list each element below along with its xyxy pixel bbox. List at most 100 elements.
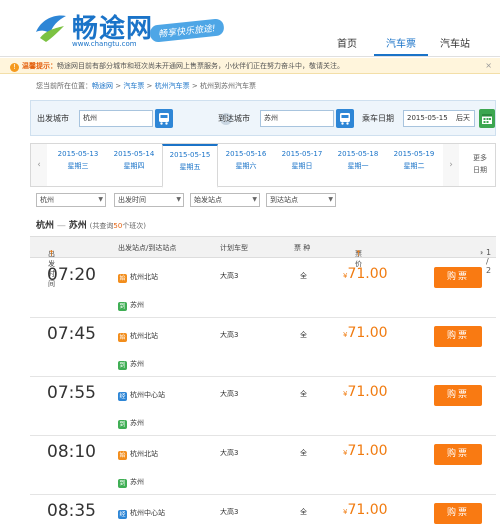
destination-tag: 到 (118, 420, 127, 429)
notice-label: 温馨提示： (22, 62, 57, 70)
next-page-icon[interactable]: › (480, 248, 483, 257)
prev-dates-arrow[interactable]: ‹ (31, 144, 47, 186)
sort-up-icon: ↑ (355, 249, 362, 258)
to-city-label: 到达城市 (218, 114, 250, 123)
destination-station: 到苏州 (118, 478, 144, 488)
date-tab[interactable]: 2015-05-17 星期日 (274, 148, 330, 172)
bus-type: 大高3 (220, 508, 239, 516)
header-ticket-type: 票 种 (294, 244, 311, 252)
buy-ticket-button[interactable]: 购票 (434, 326, 482, 347)
ticket-type: 全 (300, 449, 307, 457)
date-tab[interactable]: 2015-05-19 星期二 (386, 148, 442, 172)
notice-text: 畅途网目前有部分城市和班次尚未开通网上售票服务，小伙伴们正在努力奋斗中，敬请关注… (57, 62, 344, 70)
nav-home[interactable]: 首页 (320, 36, 374, 56)
origin-station: 始杭州北站 (118, 332, 158, 342)
logo-bird-icon (36, 15, 66, 42)
table-row: 07:55 经杭州中心站 到苏州 大高3 全 ¥71.00 购票 (30, 377, 496, 436)
nav-bus-tickets[interactable]: 汽车票 (374, 36, 428, 56)
buy-ticket-button[interactable]: 购票 (434, 503, 482, 524)
calendar-icon[interactable] (479, 109, 495, 128)
origin-tag: 始 (118, 333, 127, 342)
origin-tag: 始 (118, 451, 127, 460)
route-count: (共查询50个班次) (89, 222, 147, 230)
search-panel: 出发城市 杭州 ⇄ 到达城市 苏州 乘车日期 2015-05-15 后天 (30, 100, 496, 136)
sort-up-icon: ↑ (48, 249, 55, 258)
ticket-price: ¥71.00 (343, 384, 388, 400)
departure-time: 08:35 (47, 501, 96, 521)
bus-type: 大高3 (220, 449, 239, 457)
ticket-price: ¥71.00 (343, 443, 388, 459)
destination-station-select[interactable]: 到达站点 ▼ (266, 193, 336, 207)
date-input[interactable]: 2015-05-15 后天 (403, 110, 475, 127)
breadcrumb-bus-tickets[interactable]: 汽车票 (123, 82, 144, 90)
route-heading: 杭州 — 苏州 (共查询50个班次) (36, 218, 146, 231)
header-stations: 出发站点/到达站点 (118, 244, 177, 252)
origin-station-select[interactable]: 始发站点 ▼ (190, 193, 260, 207)
date-strip: ‹ 2015-05-13 星期三 2015-05-14 星期四 2015-05-15… (30, 143, 496, 188)
departure-time: 07:55 (47, 383, 96, 403)
table-row: 07:45 始杭州北站 到苏州 大高3 全 ¥71.00 购票 (30, 318, 496, 377)
notice-bar: ! 温馨提示：畅途网目前有部分城市和班次尚未开通网上售票服务，小伙伴们正在努力奋斗… (0, 58, 500, 74)
buy-ticket-button[interactable]: 购票 (434, 385, 482, 406)
to-city-input[interactable]: 苏州 (260, 110, 334, 127)
date-tab-selected[interactable]: 2015-05-15 星期五 (162, 144, 218, 188)
destination-tag: 到 (118, 361, 127, 370)
ticket-type: 全 (300, 272, 307, 280)
via-tag: 经 (118, 392, 127, 401)
bus-type: 大高3 (220, 331, 239, 339)
more-dates-link[interactable]: 更多 日期 (469, 152, 491, 176)
chevron-down-icon: ▼ (328, 196, 333, 203)
bus-picker-icon[interactable] (155, 109, 173, 128)
ticket-price: ¥71.00 (343, 502, 388, 518)
ticket-type: 全 (300, 508, 307, 516)
breadcrumb-hangzhou[interactable]: 杭州汽车票 (155, 82, 190, 90)
from-city-input[interactable]: 杭州 (79, 110, 153, 127)
date-tab[interactable]: 2015-05-13 星期三 (50, 148, 106, 172)
city-filter-select[interactable]: 杭州 ▼ (36, 193, 106, 207)
date-value: 2015-05-15 (407, 114, 448, 122)
close-icon[interactable]: × (485, 58, 492, 74)
next-dates-arrow[interactable]: › (443, 144, 459, 186)
breadcrumb-home[interactable]: 畅途网 (92, 82, 113, 90)
departure-time: 08:10 (47, 442, 96, 462)
date-tab[interactable]: 2015-05-14 星期四 (106, 148, 162, 172)
chevron-down-icon: ▼ (252, 196, 257, 203)
buy-ticket-button[interactable]: 购票 (434, 267, 482, 288)
ticket-price: ¥71.00 (343, 266, 388, 282)
date-label: 乘车日期 (362, 114, 394, 123)
date-tab[interactable]: 2015-05-16 星期六 (218, 148, 274, 172)
date-tab[interactable]: 2015-05-18 星期一 (330, 148, 386, 172)
origin-tag: 始 (118, 274, 127, 283)
origin-station: 经杭州中心站 (118, 391, 165, 401)
main-nav: 首页 汽车票 汽车站 (320, 36, 482, 56)
via-tag: 经 (118, 510, 127, 519)
warning-icon: ! (10, 63, 19, 72)
chevron-down-icon: ▼ (176, 196, 181, 203)
destination-station: 到苏州 (118, 360, 144, 370)
destination-tag: 到 (118, 479, 127, 488)
header-bus-type: 计划车型 (220, 244, 248, 252)
breadcrumb: 您当前所在位置：畅途网 > 汽车票 > 杭州汽车票 > 杭州到苏州汽车票 (36, 82, 256, 90)
table-row: 08:10 始杭州北站 到苏州 大高3 全 ¥71.00 购票 (30, 436, 496, 495)
destination-station: 到苏州 (118, 419, 144, 429)
logo-url: www.changtu.com (72, 40, 137, 48)
departure-time: 07:45 (47, 324, 96, 344)
destination-station: 到苏州 (118, 301, 144, 311)
bus-type: 大高3 (220, 390, 239, 398)
origin-station: 始杭州北站 (118, 450, 158, 460)
ticket-type: 全 (300, 331, 307, 339)
origin-station: 始杭州北站 (118, 273, 158, 283)
bus-picker-icon[interactable] (336, 109, 354, 128)
breadcrumb-current: 杭州到苏州汽车票 (199, 82, 256, 90)
destination-tag: 到 (118, 302, 127, 311)
chevron-down-icon: ▼ (98, 196, 103, 203)
departure-time-select[interactable]: 出发时间 ▼ (114, 193, 184, 207)
route-to: 苏州 (68, 221, 87, 231)
ticket-price: ¥71.00 (343, 325, 388, 341)
nav-bus-stations[interactable]: 汽车站 (428, 36, 482, 56)
table-row: 07:20 始杭州北站 到苏州 大高3 全 ¥71.00 购票 (30, 259, 496, 318)
nav-divider (0, 56, 500, 57)
buy-ticket-button[interactable]: 购票 (434, 444, 482, 465)
site-header: 畅途网 www.changtu.com 畅享快乐旅途! 首页 汽车票 汽车站 (0, 0, 500, 57)
route-from: 杭州 (36, 221, 55, 231)
